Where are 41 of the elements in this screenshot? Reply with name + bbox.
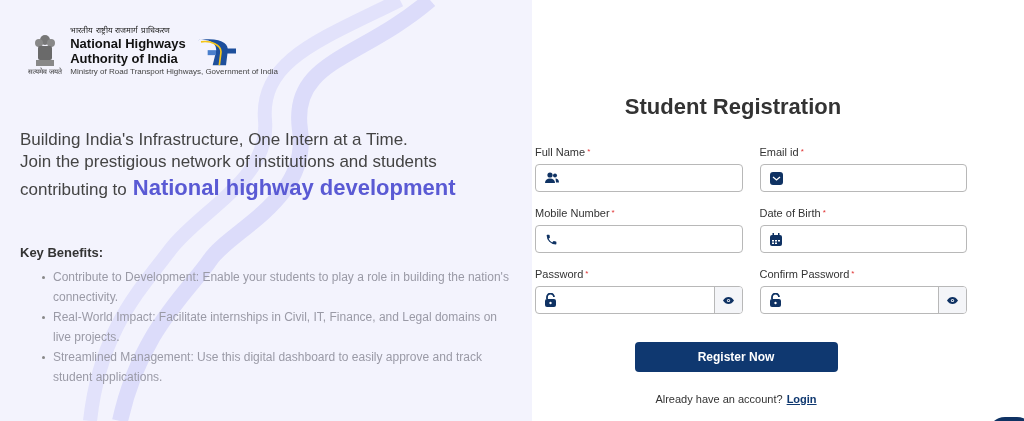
phone-icon	[545, 232, 558, 246]
users-icon	[545, 172, 559, 184]
benefit-text: Contribute to Development: Enable your students to play a role in building the nation's connectivity.	[53, 268, 510, 306]
ministry-text: Ministry of Road Transport Highways, Government of India	[70, 66, 278, 77]
bullet-icon	[42, 355, 45, 359]
bullet-icon	[42, 315, 45, 319]
benefit-text: Real-World Impact: Facilitate internships in Civil, IT, Finance, and Legal domains on live projects.	[53, 308, 498, 346]
org-name: National Highways	[70, 36, 186, 51]
field-label: Date of Birth *	[759, 206, 827, 220]
eye-icon	[947, 296, 958, 304]
input-field[interactable]	[535, 164, 743, 192]
form-title: Student Registration	[624, 93, 842, 121]
tagline: Join the prestigious network of institutions and students	[20, 151, 438, 173]
tagline: Building India's Infrastructure, One Intern at a Time.	[20, 129, 409, 151]
input-field[interactable]	[535, 225, 743, 253]
highlight-text: National highway development	[132, 177, 456, 199]
input-field[interactable]	[759, 164, 967, 192]
field-label: Full Name *	[535, 145, 592, 159]
field-label: Password *	[535, 267, 590, 281]
benefit-text: Streamlined Management: Use this digital dashboard to easily approve and track student applications.	[53, 348, 483, 386]
unlocked-padlock-icon	[545, 293, 556, 307]
tagline: contributing to	[20, 179, 127, 201]
field-label: Mobile Number *	[535, 206, 616, 220]
login-prompt: Already have an account?	[655, 392, 783, 407]
eye-icon	[722, 296, 734, 304]
unlocked-padlock-icon	[769, 293, 781, 307]
field-label: Email id *	[759, 145, 805, 159]
input-field[interactable]	[759, 225, 967, 253]
field-label: Confirm Password *	[759, 267, 856, 281]
login-link[interactable]: Login	[786, 391, 817, 408]
benefits-heading: Key Benefits:	[20, 244, 105, 262]
input-field[interactable]	[535, 286, 743, 314]
calendar-icon	[769, 232, 782, 246]
show-password-button[interactable]	[938, 287, 966, 313]
bullet-icon	[42, 275, 45, 279]
register-button[interactable]: Register Now	[634, 342, 838, 372]
hindi-name: भारतीय राष्ट्रीय राजमार्ग प्राधिकरण	[70, 26, 171, 36]
show-password-button[interactable]	[713, 287, 742, 313]
envelope-icon	[769, 171, 783, 185]
input-field[interactable]	[759, 286, 967, 314]
org-name: Authority of India	[70, 51, 179, 66]
